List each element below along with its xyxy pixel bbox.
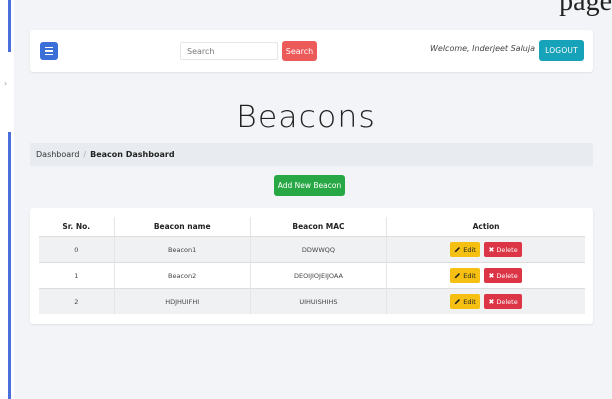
page-title: Beacons <box>236 100 376 135</box>
search-button[interactable]: Search <box>282 41 317 61</box>
header-action: Action <box>386 217 585 237</box>
hamburger-icon[interactable] <box>40 42 58 60</box>
cell-sr-no: 1 <box>39 262 115 289</box>
pencil-icon <box>454 298 461 305</box>
breadcrumb-home-link[interactable]: Dashboard <box>36 150 79 159</box>
cell-beacon-mac: DDWWQQ <box>249 236 387 263</box>
table-row: 0 Beacon1 DDWWQQ Edit ✖ Delete <box>39 236 585 263</box>
search-input[interactable] <box>180 42 278 60</box>
delete-button[interactable]: ✖ Delete <box>484 268 523 283</box>
delete-button[interactable]: ✖ Delete <box>484 294 523 309</box>
cropped-page-text: page <box>559 0 612 17</box>
sidebar-edge <box>8 132 11 399</box>
edit-label: Edit <box>463 271 476 280</box>
cell-beacon-name: Beacon2 <box>113 262 251 289</box>
pencil-icon <box>454 272 461 279</box>
header-beacon-mac: Beacon MAC <box>249 217 387 237</box>
logout-button[interactable]: LOGOUT <box>539 40 584 61</box>
welcome-text: Welcome, Inderjeet Saluja <box>429 44 535 53</box>
table-row: 1 Beacon2 DEOIJIOJEIJOAA Edit ✖ Delete <box>39 262 585 289</box>
delete-label: Delete <box>496 297 518 306</box>
cell-beacon-name: Beacon1 <box>113 236 251 263</box>
header-beacon-name: Beacon name <box>113 217 251 237</box>
cell-actions: Edit ✖ Delete <box>386 288 585 314</box>
edit-button[interactable]: Edit <box>450 268 481 283</box>
edit-button[interactable]: Edit <box>450 242 481 257</box>
delete-label: Delete <box>496 271 518 280</box>
close-icon: ✖ <box>488 245 495 254</box>
edit-button[interactable]: Edit <box>450 294 481 309</box>
beacons-table: Sr. No. Beacon name Beacon MAC Action 0 … <box>39 217 585 314</box>
table-header-row: Sr. No. Beacon name Beacon MAC Action <box>39 217 585 237</box>
close-icon: ✖ <box>488 297 495 306</box>
delete-label: Delete <box>496 245 518 254</box>
cell-beacon-mac: DEOIJIOJEIJOAA <box>249 262 387 289</box>
chevron-right-icon[interactable]: › <box>4 80 7 88</box>
cell-sr-no: 2 <box>39 288 115 314</box>
cell-actions: Edit ✖ Delete <box>386 262 585 289</box>
breadcrumb-separator: / <box>83 150 87 159</box>
sidebar-edge-top <box>8 0 11 52</box>
breadcrumb: Dashboard / Beacon Dashboard <box>30 143 593 166</box>
close-icon: ✖ <box>488 271 495 280</box>
cell-actions: Edit ✖ Delete <box>386 236 585 263</box>
beacons-table-card: Sr. No. Beacon name Beacon MAC Action 0 … <box>30 208 593 324</box>
header-sr-no: Sr. No. <box>62 222 91 231</box>
pencil-icon <box>454 246 461 253</box>
cell-beacon-name: HDJHUIFHI <box>113 288 251 314</box>
delete-button[interactable]: ✖ Delete <box>484 242 523 257</box>
breadcrumb-current: Beacon Dashboard <box>90 150 175 159</box>
top-navbar: Search Welcome, Inderjeet Saluja LOGOUT <box>30 30 593 72</box>
table-row: 2 HDJHUIFHI UIHUISHIHS Edit ✖ Delete <box>39 288 585 314</box>
edit-label: Edit <box>463 297 476 306</box>
edit-label: Edit <box>463 245 476 254</box>
add-beacon-button[interactable]: Add New Beacon <box>274 175 345 196</box>
cell-sr-no: 0 <box>39 236 115 263</box>
cell-beacon-mac: UIHUISHIHS <box>249 288 387 314</box>
